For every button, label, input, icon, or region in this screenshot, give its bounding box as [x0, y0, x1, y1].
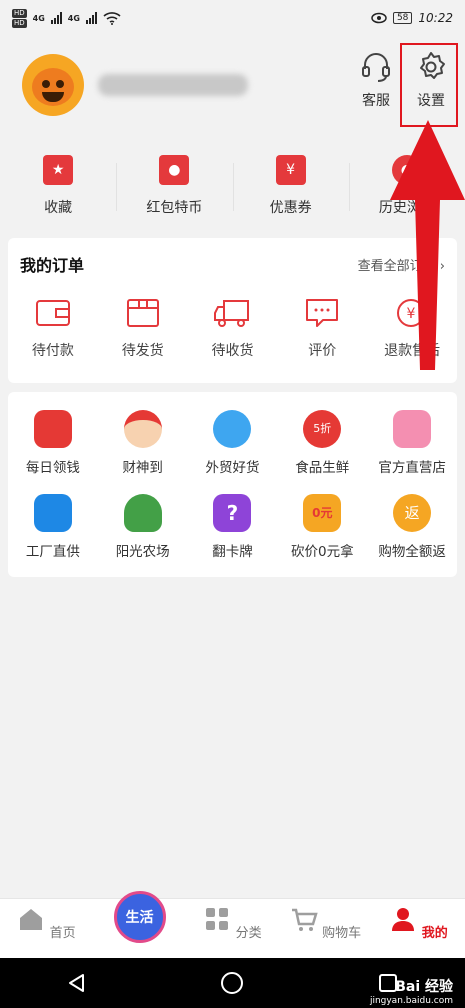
annotation-arrow	[390, 120, 465, 370]
bag-star-icon: ★	[43, 155, 74, 185]
tab-home[interactable]: 首页	[0, 899, 93, 958]
life-icon: 生活	[113, 891, 166, 943]
network-label-1: 4G	[32, 13, 45, 23]
question-card-icon: ?	[213, 494, 252, 532]
service-bargain[interactable]: 0元 砍价0元拿	[277, 490, 367, 574]
service-factory-direct[interactable]: 工厂直供	[8, 490, 98, 574]
hd-badges: HD HD	[12, 8, 27, 28]
factory-icon	[33, 494, 72, 532]
customer-service-button[interactable]: 客服	[350, 50, 402, 110]
box-icon	[126, 299, 159, 327]
coupon-icon: ¥	[275, 155, 306, 185]
wifi-icon	[103, 12, 121, 25]
service-foreign-trade[interactable]: 外贸好货	[188, 406, 278, 490]
service-sunshine-farm[interactable]: 阳光农场	[98, 490, 188, 574]
headset-icon	[362, 53, 390, 82]
settings-highlight-box	[400, 43, 458, 127]
quick-red-envelope[interactable]: ● 红包特币	[116, 145, 232, 230]
comment-icon	[306, 299, 339, 327]
order-review[interactable]: 评价	[277, 296, 367, 360]
store-icon	[393, 410, 432, 448]
android-nav-bar: Bai 经验 jingyan.baidu.com	[0, 958, 465, 1008]
red-envelope-icon: ●	[159, 155, 190, 185]
service-flip-card[interactable]: ? 翻卡牌	[188, 490, 278, 574]
truck-icon	[214, 300, 250, 327]
signal-icon	[50, 12, 62, 24]
quick-coupons[interactable]: ¥ 优惠券	[232, 145, 349, 230]
service-fresh-food[interactable]: 5折 食品生鲜	[277, 406, 367, 490]
network-label-2: 4G	[67, 13, 80, 23]
eye-icon	[371, 12, 387, 24]
watermark: Bai 经验 jingyan.baidu.com	[369, 979, 453, 1006]
person-icon	[392, 908, 415, 931]
tab-cart[interactable]: 购物车	[279, 899, 372, 958]
customer-service-label: 客服	[362, 93, 390, 109]
tab-mine[interactable]: 我的	[372, 899, 465, 958]
back-icon[interactable]	[66, 972, 88, 994]
cashback-icon: 返	[393, 494, 432, 532]
home-circle-icon[interactable]	[220, 971, 244, 995]
tree-icon	[123, 494, 162, 532]
wallet-icon	[35, 300, 70, 326]
bottom-tab-bar: 首页 生活 分类 购物车 我的	[0, 891, 465, 958]
home-icon	[20, 909, 43, 930]
clock: 10:22	[418, 11, 453, 25]
tab-life[interactable]: 生活	[93, 891, 186, 958]
service-cashback[interactable]: 返 购物全额返	[367, 490, 457, 574]
tab-category[interactable]: 分类	[186, 899, 279, 958]
service-daily-money[interactable]: 每日领钱	[8, 406, 98, 490]
order-pending-payment[interactable]: 待付款	[8, 296, 98, 360]
service-fortune-god[interactable]: 财神到	[98, 406, 188, 490]
orders-title: 我的订单	[20, 256, 85, 275]
battery-icon: 58	[392, 12, 413, 24]
apple-icon: 5折	[303, 410, 342, 448]
fortune-god-icon	[123, 410, 162, 448]
signal-icon	[85, 12, 97, 24]
username-blurred[interactable]	[98, 74, 248, 96]
status-bar: HD HD 4G 4G 58 10:22	[0, 0, 465, 36]
order-pending-receipt[interactable]: 待收货	[188, 296, 278, 360]
avatar[interactable]	[22, 54, 84, 116]
order-pending-shipment[interactable]: 待发货	[98, 296, 188, 360]
plane-globe-icon	[213, 410, 252, 448]
service-official-store[interactable]: 官方直营店	[367, 406, 457, 490]
services-grid: 每日领钱 财神到 外贸好货 5折 食品生鲜 官方直营店 工厂直供 阳光农场 ?	[8, 392, 457, 577]
cart-icon	[291, 908, 318, 931]
quick-favorites[interactable]: ★ 收藏	[0, 145, 116, 230]
grid-icon	[206, 908, 229, 930]
gift-box-icon: 0元	[303, 494, 342, 532]
wallet-red-icon	[33, 410, 72, 448]
